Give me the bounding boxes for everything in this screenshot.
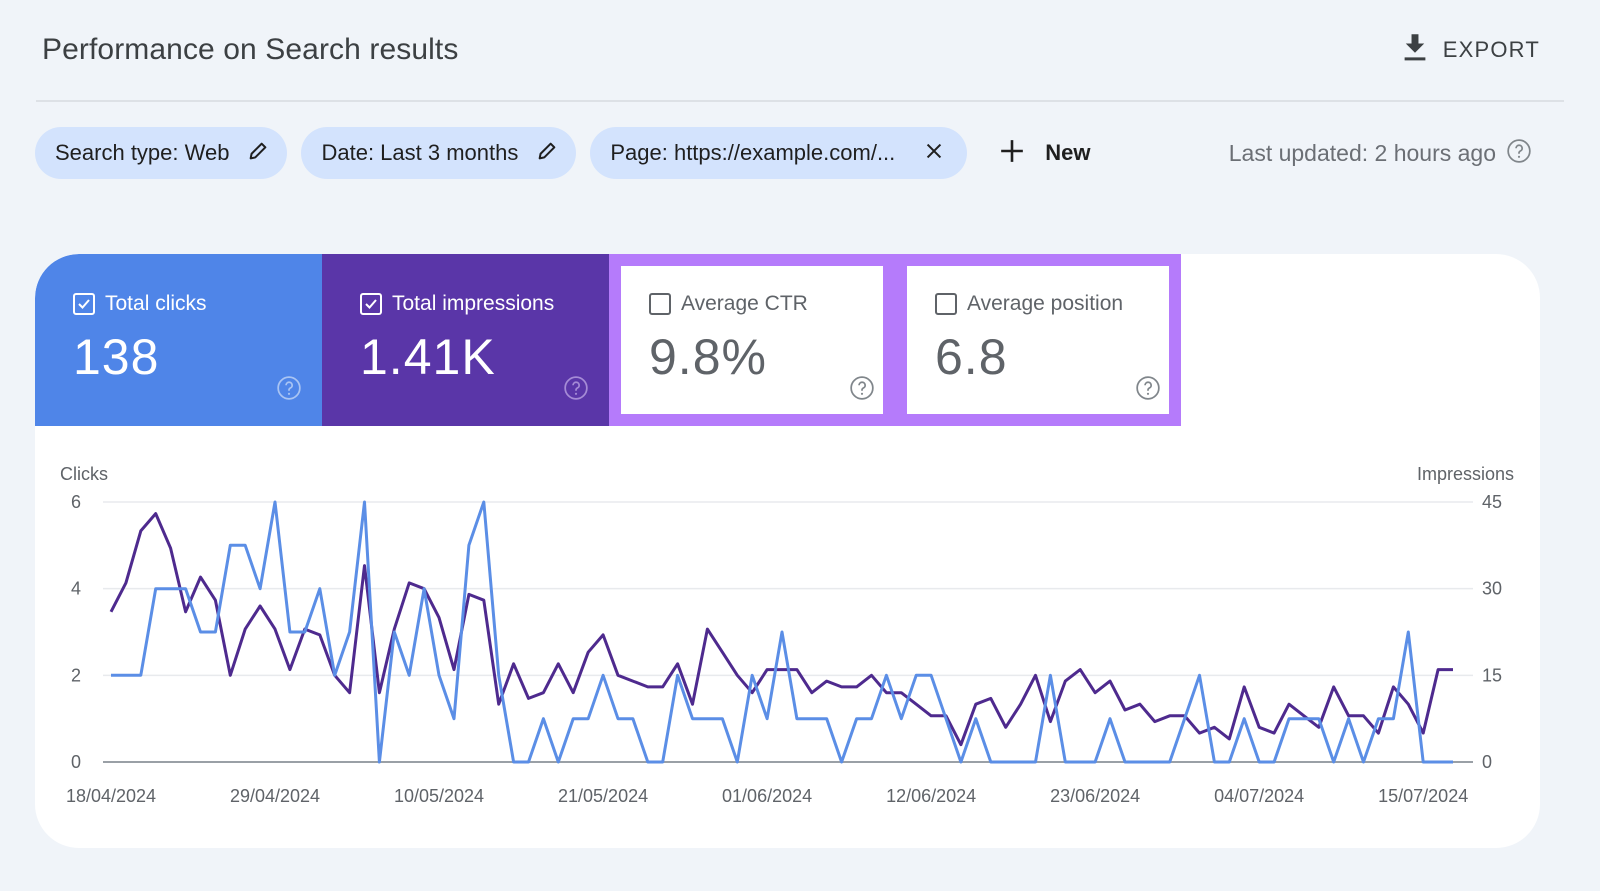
y-right-tick-label: 30 [1482,579,1502,599]
chip-label: Search type: Web [55,140,230,165]
y-left-tick-label: 6 [71,492,81,512]
x-tick-label: 23/06/2024 [1050,786,1140,806]
pencil-icon[interactable] [247,140,269,167]
plus-icon [999,138,1025,169]
x-tick-label: 29/04/2024 [230,786,320,806]
filter-bar: Search type: Web Date: Last 3 months Pag… [35,127,1560,179]
help-circle-icon[interactable] [563,375,589,406]
y-right-tick-label: 15 [1482,665,1502,685]
y-left-tick-label: 4 [71,579,81,599]
help-circle-icon[interactable] [276,375,302,406]
new-filter-button[interactable]: New [999,138,1091,169]
metric-label: Total clicks [105,292,207,315]
download-icon [1401,32,1429,67]
checkbox-unchecked[interactable] [935,293,957,315]
x-tick-label: 01/06/2024 [722,786,812,806]
metric-average-ctr[interactable]: Average CTR 9.8% [609,254,895,426]
metric-total-clicks[interactable]: Total clicks 138 [35,254,322,426]
y-left-tick-label: 2 [71,665,81,685]
line-chart-svg: 0 0 2 15 4 30 6 45 18/04/2024 29/04/2024 10/05/202… [66,492,1502,806]
help-circle-icon[interactable] [1135,375,1161,406]
performance-chart: Clicks Impressions 0 0 2 15 4 30 6 45 18/04/2024… [35,426,1540,848]
export-button[interactable]: EXPORT [1401,32,1540,67]
metric-label: Average CTR [681,292,808,315]
pencil-icon[interactable] [536,140,558,167]
close-icon[interactable] [923,140,945,167]
y-right-tick-label: 0 [1482,752,1492,772]
metric-average-position[interactable]: Average position 6.8 [895,254,1181,426]
page-title: Performance on Search results [42,33,459,66]
y-right-tick-label: 45 [1482,492,1502,512]
x-tick-label: 04/07/2024 [1214,786,1304,806]
x-tick-label: 15/07/2024 [1378,786,1468,806]
new-label: New [1045,140,1091,165]
metric-tabs: Total clicks 138 Total impressions 1.41K [35,254,1181,426]
x-tick-label: 12/06/2024 [886,786,976,806]
x-tick-label: 10/05/2024 [394,786,484,806]
header-divider [36,100,1564,102]
metric-value: 9.8% [649,329,767,385]
filter-chip-date[interactable]: Date: Last 3 months [301,127,577,179]
filter-chip-search-type[interactable]: Search type: Web [35,127,288,179]
performance-card: Total clicks 138 Total impressions 1.41K [35,254,1540,848]
x-tick-label: 21/05/2024 [558,786,648,806]
metric-value: 1.41K [360,329,496,385]
checkbox-checked[interactable] [73,293,95,315]
last-updated: Last updated: 2 hours ago [1229,138,1532,169]
series-line-impressions [109,512,1453,747]
y-left-tick-label: 0 [71,752,81,772]
metric-value: 138 [73,329,160,385]
metric-value: 6.8 [935,329,1008,385]
checkbox-checked[interactable] [360,293,382,315]
metric-label: Total impressions [392,292,555,315]
x-tick-label: 18/04/2024 [66,786,156,806]
chip-label: Page: https://example.com/... [610,140,896,165]
chip-label: Date: Last 3 months [321,140,519,165]
performance-page: Performance on Search results EXPORT Sea… [0,0,1600,891]
checkbox-unchecked[interactable] [649,293,671,315]
filter-chip-page[interactable]: Page: https://example.com/... [590,127,968,179]
last-updated-text: Last updated: 2 hours ago [1228,139,1496,166]
metric-label: Average position [967,292,1124,315]
metric-total-impressions[interactable]: Total impressions 1.41K [322,254,609,426]
help-circle-icon[interactable] [1506,138,1532,169]
help-circle-icon[interactable] [849,375,875,406]
page-header: Performance on Search results EXPORT [42,28,1560,72]
export-label: EXPORT [1442,36,1540,62]
